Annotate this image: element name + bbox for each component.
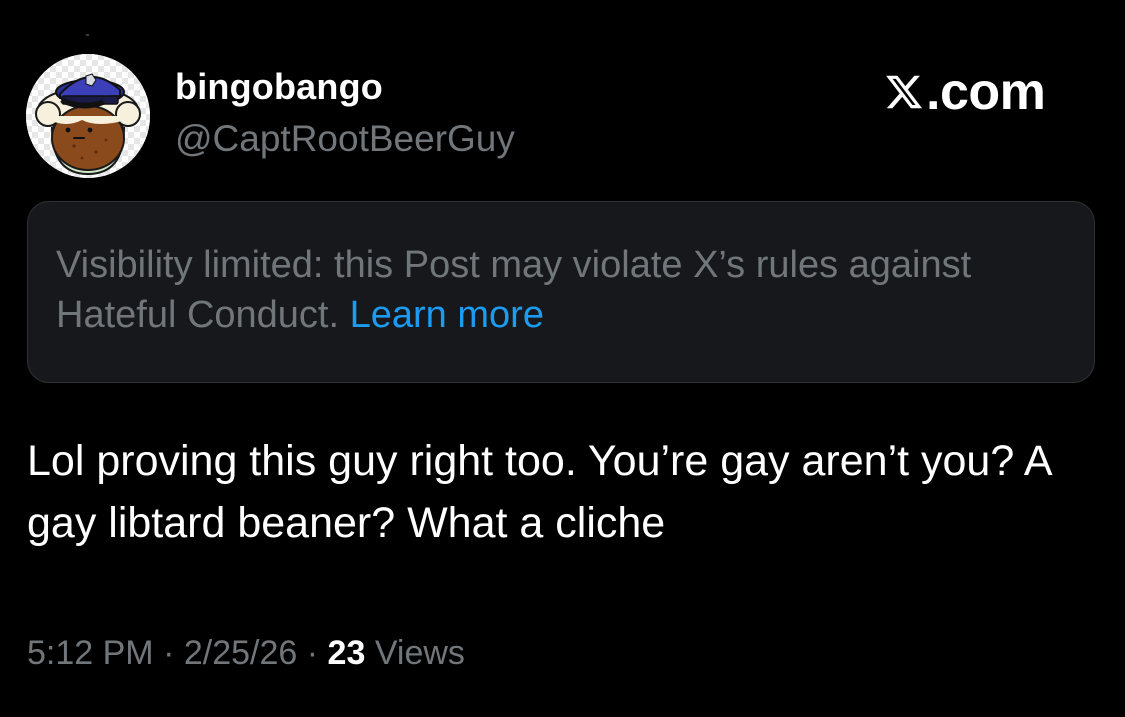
status-tick-mark <box>86 34 89 36</box>
x-com-brand: .com <box>884 62 1046 122</box>
post-meta: 5:12 PM · 2/25/26 · 23 Views <box>27 634 465 673</box>
notice-paragraph: Visibility limited: this Post may violat… <box>56 240 1066 340</box>
visibility-limited-notice: Visibility limited: this Post may violat… <box>27 201 1095 383</box>
author-handle[interactable]: @CaptRootBeerGuy <box>175 118 515 160</box>
meta-separator: · <box>306 634 319 672</box>
root-beer-captain-avatar-icon <box>26 54 150 178</box>
brand-domain-text: .com <box>926 63 1046 121</box>
author-display-name[interactable]: bingobango <box>175 66 383 108</box>
post-date[interactable]: 2/25/26 <box>184 634 297 672</box>
meta-separator: · <box>163 634 175 672</box>
views-count[interactable]: 23 <box>328 634 366 672</box>
avatar[interactable] <box>26 54 150 178</box>
x-logo-icon <box>886 75 923 109</box>
views-label: Views <box>374 634 465 672</box>
post-text: Lol proving this guy right too. You’re g… <box>27 437 1051 547</box>
learn-more-link[interactable]: Learn more <box>350 294 544 336</box>
post-time[interactable]: 5:12 PM <box>27 634 154 672</box>
